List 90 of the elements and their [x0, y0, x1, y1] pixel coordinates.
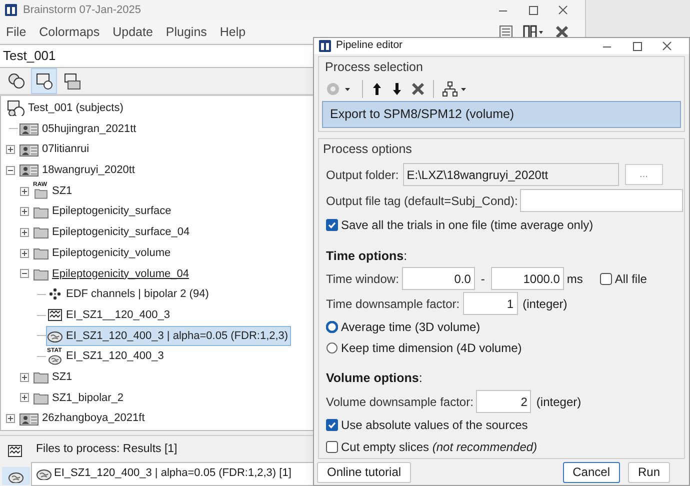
expand-icon[interactable] [20, 207, 29, 216]
folder-field[interactable]: E:\LXZ\18wangruyi_2020tt [402, 163, 619, 186]
grid-icon [47, 307, 63, 324]
section-title: Process options [323, 140, 413, 158]
layout-icon[interactable] [523, 24, 545, 39]
menu-item[interactable]: File [4, 22, 28, 42]
window-title: Brainstorm 07-Jan-2025 [23, 3, 142, 18]
field-label: Volume downsample factor: [326, 394, 474, 411]
field-label: Time downsample factor: [326, 296, 460, 313]
radio-label: Keep time dimension (4D volume) [341, 340, 522, 357]
expand-icon[interactable] [20, 228, 29, 237]
window-title: Pipeline editor [336, 38, 403, 54]
maximize-icon[interactable] [527, 4, 539, 16]
protocol-name[interactable]: Test_001 [3, 46, 56, 66]
menu-item[interactable]: Help [218, 22, 248, 42]
process-item[interactable]: Export to SPM8/SPM12 (volume) [322, 100, 681, 128]
input-field[interactable] [520, 189, 683, 212]
section-title: Process selection [324, 59, 424, 76]
app-logo-icon [5, 4, 17, 16]
tree-item[interactable]: Epileptogenicity_surface_04 [32, 222, 193, 242]
collapse-icon[interactable] [6, 166, 15, 175]
checkbox-label: All file [614, 270, 647, 288]
expand-icon[interactable] [6, 414, 15, 424]
close-icon[interactable] [555, 24, 569, 39]
tree-item[interactable]: EDF channels | bipolar 2 (94) [46, 284, 212, 304]
expand-icon[interactable] [20, 186, 29, 196]
tree-item[interactable]: 05hujingran_2021tt [18, 118, 140, 139]
number-field[interactable]: 1 [462, 292, 518, 316]
number-field[interactable]: 2 [476, 390, 532, 414]
tree-item[interactable]: 26zhangboya_2021ft [18, 408, 148, 429]
heads-icon [7, 72, 25, 90]
tree-item[interactable]: Epileptogenicity_surface [32, 202, 174, 222]
browse-button[interactable]: ... [624, 164, 663, 186]
tree-item[interactable]: EI_SZ1__120_400_3 [46, 305, 173, 326]
delete-icon[interactable] [411, 82, 425, 96]
unit-label: ms [566, 270, 583, 288]
unit-label: (integer) [522, 296, 568, 313]
checkbox-label: Save all the trials in one file (time average only) [341, 216, 594, 234]
dialog-button[interactable]: Online tutorial [317, 462, 412, 483]
field-label: Time window: [326, 270, 399, 288]
close-icon[interactable] [557, 4, 569, 16]
id-card-icon [19, 142, 39, 158]
section-heading: Volume options: [326, 370, 424, 388]
radio-label: Average time (3D volume) [341, 318, 480, 336]
id-card-icon [19, 410, 39, 427]
checkbox[interactable] [600, 272, 612, 285]
id-card-icon [19, 162, 39, 178]
menu-item[interactable]: Update [110, 22, 155, 42]
dialog-button[interactable]: Run [628, 462, 670, 483]
dialog-button[interactable]: Cancel [562, 462, 620, 483]
field-label: Output file tag (default=Subj_Cond): [326, 192, 518, 210]
view-tab[interactable] [31, 68, 57, 94]
field-label: Output folder: [326, 166, 399, 184]
panel-title: Files to process: Results [1] [36, 442, 178, 458]
radio-button[interactable] [326, 342, 338, 354]
arrow-down-icon[interactable] [391, 82, 403, 96]
section-heading: Time options: [326, 248, 408, 265]
brain-icon [47, 354, 63, 366]
tree-item[interactable]: SZ1 [32, 367, 76, 388]
tree-item[interactable]: 18wangruyi_2020tt [18, 160, 138, 180]
expand-icon[interactable] [20, 372, 29, 382]
tree-item[interactable]: Epileptogenicity_volume [32, 243, 174, 264]
menu-item[interactable]: Plugins [164, 22, 209, 42]
checkbox-label: Cut empty slices (not recommended) [341, 439, 538, 456]
menu-item[interactable]: Colormaps [37, 22, 102, 42]
checkbox[interactable] [326, 441, 338, 454]
number-field[interactable]: 1000.0 [490, 267, 564, 290]
number-field[interactable]: 0.0 [402, 267, 475, 290]
expand-icon[interactable] [6, 145, 15, 154]
checkbox[interactable] [326, 218, 338, 231]
range-separator: - [480, 270, 486, 288]
maximize-icon[interactable] [631, 40, 643, 52]
tree-item[interactable]: SZ1_bipolar_2 [32, 388, 127, 408]
tree-item[interactable]: Epileptogenicity_volume_04 [32, 264, 192, 284]
expand-icon[interactable] [20, 393, 29, 402]
arrow-up-icon[interactable] [371, 82, 383, 96]
tree-item[interactable]: 07litianrui [18, 140, 92, 160]
radio-button[interactable] [326, 320, 338, 333]
collapse-icon[interactable] [20, 269, 29, 278]
dots-icon [47, 286, 63, 302]
tree-item[interactable]: Test_001 (subjects) [6, 98, 126, 118]
file-item[interactable]: EI_SZ1_120_400_3 | alpha=0.05 (FDR:1,2,3) [1] [36, 464, 292, 482]
list-icon[interactable] [499, 24, 513, 39]
expand-icon[interactable] [20, 248, 29, 258]
source-tab[interactable] [2, 467, 30, 486]
tree-item[interactable]: EI_SZ1_120_400_3 | alpha=0.05 (FDR:1,2,3) [46, 326, 292, 346]
unit-label: (integer) [536, 394, 582, 411]
checkbox-label: Use absolute values of the sources [341, 417, 528, 434]
close-icon[interactable] [661, 40, 673, 52]
checkbox[interactable] [326, 419, 338, 432]
